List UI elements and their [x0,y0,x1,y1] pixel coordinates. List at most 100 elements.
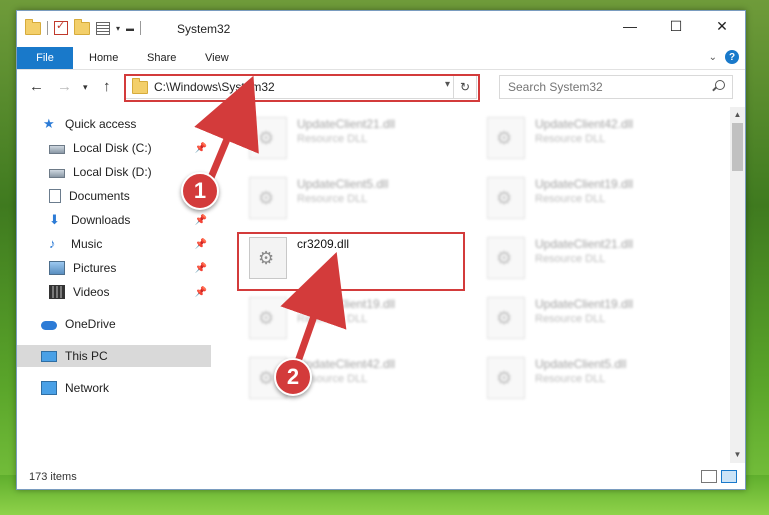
search-input[interactable] [506,79,710,95]
file-item[interactable]: UpdateClient19.dll Resource DLL [475,291,695,341]
sidebar-item-label: Music [71,237,103,251]
pin-icon: 📌 [194,262,207,274]
search-box[interactable] [499,75,733,99]
tab-share[interactable]: Share [147,52,176,64]
scroll-up-icon[interactable]: ▲ [730,107,745,123]
dll-file-icon [487,177,525,219]
folder-icon [25,18,41,35]
divider [140,21,142,35]
item-count: 173 items [29,471,77,483]
videos-icon [49,285,65,299]
file-type: Resource DLL [535,373,606,385]
divider [47,21,48,35]
sidebar-item-label: Documents [69,189,130,203]
ribbon-tabs: File Home Share View ⌄ ? [17,47,745,70]
sidebar-item-label: Network [65,381,110,395]
file-item[interactable]: UpdateClient21.dll Resource DLL [237,111,457,161]
dll-file-icon [487,357,525,399]
computer-icon [41,350,57,362]
title-bar: ▾ ▬ System32 — ☐ ✕ [17,11,745,47]
navigation-pane: ★ Quick access Local Disk (C:) 📌 Local D… [17,107,212,463]
file-item[interactable]: UpdateClient21.dll Resource DLL [475,231,695,281]
large-icons-view-icon[interactable] [721,470,737,483]
network-icon [41,381,57,395]
drive-icon [49,169,65,178]
vertical-scrollbar[interactable]: ▲ ▼ [730,107,745,463]
sidebar-item-local-disk-c[interactable]: Local Disk (C:) 📌 [17,137,211,159]
up-arrow-icon[interactable]: ↑ [103,78,111,95]
file-item[interactable]: UpdateClient5.dll Resource DLL [237,171,457,221]
file-name: UpdateClient21.dll [297,117,396,131]
download-icon: ⬇ [49,212,60,227]
file-item[interactable]: UpdateClient5.dll Resource DLL [475,351,695,401]
sidebar-item-label: Pictures [73,261,117,275]
ribbon-right: ⌄ ? [709,50,739,64]
back-arrow-icon[interactable]: ← [29,78,44,95]
file-type: Resource DLL [535,313,606,325]
scroll-down-icon[interactable]: ▼ [730,447,745,463]
file-explorer-window: ▾ ▬ System32 — ☐ ✕ File Home Share View … [16,10,746,490]
sidebar-item-network[interactable]: Network [17,377,211,399]
maximize-button[interactable]: ☐ [653,11,699,41]
expand-ribbon-icon[interactable]: ⌄ [709,52,717,63]
file-item[interactable]: UpdateClient19.dll Resource DLL [475,171,695,221]
tab-home[interactable]: Home [89,52,118,64]
sidebar-item-pictures[interactable]: Pictures 📌 [17,257,211,279]
new-folder-icon[interactable] [74,18,90,35]
file-name: UpdateClient19.dll [297,297,396,311]
music-icon: ♪ [49,236,56,251]
dll-file-icon [487,297,525,339]
recent-locations-icon[interactable]: ▾ [83,82,88,93]
properties-icon[interactable] [96,21,110,35]
dll-file-icon [487,237,525,279]
file-type: Resource DLL [535,133,606,145]
sidebar-item-local-disk-d[interactable]: Local Disk (D:) [17,161,211,183]
view-buttons [701,470,737,483]
search-icon [715,80,725,90]
close-button[interactable]: ✕ [699,11,745,41]
status-bar: 173 items [17,465,745,489]
sidebar-item-quick-access[interactable]: ★ Quick access [17,113,237,135]
tab-view[interactable]: View [205,52,229,64]
dll-file-icon [487,117,525,159]
sidebar-item-label: Downloads [71,213,131,227]
drive-icon [49,145,65,154]
sidebar-item-music[interactable]: ♪ Music 📌 [17,233,211,255]
file-highlight [237,232,465,291]
cloud-icon [41,320,57,330]
sidebar-item-videos[interactable]: Videos 📌 [17,281,211,303]
sidebar-item-onedrive[interactable]: OneDrive [17,313,211,335]
minimize-button[interactable]: — [607,11,653,41]
tab-file[interactable]: File [17,47,73,69]
file-name: UpdateClient42.dll [297,357,396,371]
file-item[interactable]: UpdateClient42.dll Resource DLL [475,111,695,161]
file-type: Resource DLL [535,253,606,265]
properties-check-icon[interactable] [54,19,68,35]
quick-access-toolbar: ▾ ▬ [25,18,142,35]
file-item[interactable]: UpdateClient42.dll Resource DLL [237,351,457,401]
customize-toolbar-icon[interactable]: ▬ [126,24,134,33]
scroll-thumb[interactable] [732,123,743,171]
star-icon: ★ [43,116,55,131]
step-2-badge: 2 [274,358,312,396]
step-1-badge: 1 [181,172,219,210]
help-icon[interactable]: ? [725,50,739,64]
file-type: Resource DLL [297,133,368,145]
window-title: System32 [177,22,231,36]
file-item[interactable]: UpdateClient19.dll Resource DLL [237,291,457,341]
chevron-down-icon[interactable]: ▾ [116,24,120,33]
file-name: UpdateClient5.dll [535,357,627,371]
details-view-icon[interactable] [701,470,717,483]
file-type: Resource DLL [297,193,368,205]
sidebar-item-downloads[interactable]: ⬇ Downloads 📌 [17,209,211,231]
sidebar-item-this-pc[interactable]: This PC [17,345,211,367]
sidebar-item-label: OneDrive [65,317,116,331]
sidebar-item-label: Local Disk (D:) [73,165,152,179]
documents-icon [49,189,61,203]
pin-icon: 📌 [194,286,207,298]
file-name: UpdateClient42.dll [535,117,634,131]
file-type: Resource DLL [535,193,606,205]
forward-arrow-icon[interactable]: → [57,78,72,95]
pin-icon: 📌 [194,142,207,154]
dll-file-icon [249,297,287,339]
